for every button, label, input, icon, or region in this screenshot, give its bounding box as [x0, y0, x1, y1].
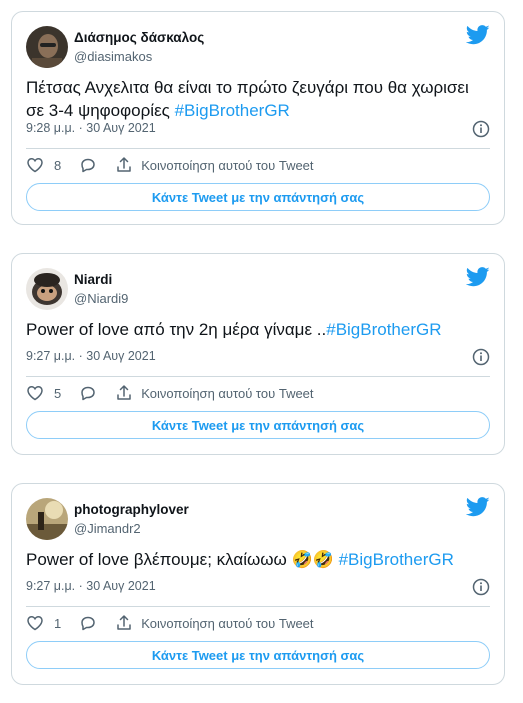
- heart-icon[interactable]: [26, 156, 44, 174]
- tweet-card[interactable]: Διάσημος δάσκαλος @diasimakos Πέτσας Ανχ…: [11, 11, 505, 225]
- tweet-reply-button[interactable]: Κάντε Tweet με την απάντησή σας: [26, 641, 490, 669]
- hashtag-link[interactable]: #BigBrotherGR: [339, 550, 454, 569]
- user-handle[interactable]: @diasimakos: [74, 49, 152, 64]
- action-bar: 5 Κοινοποίηση αυτού του Tweet: [26, 382, 490, 404]
- reply-button[interactable]: [79, 156, 97, 174]
- action-bar: 8 Κοινοποίηση αυτού του Tweet: [26, 154, 490, 176]
- tweet-text: Πέτσας Ανχελιτα θα είναι το πρώτο ζευγάρ…: [26, 76, 486, 122]
- share-button[interactable]: Κοινοποίηση αυτού του Tweet: [97, 156, 314, 174]
- tweet-reply-button[interactable]: Κάντε Tweet με την απάντησή σας: [26, 183, 490, 211]
- reply-button[interactable]: [79, 384, 97, 402]
- divider: [26, 606, 490, 607]
- divider: [26, 148, 490, 149]
- reply-bubble-icon[interactable]: [79, 384, 97, 402]
- hashtag-link[interactable]: #BigBrotherGR: [326, 320, 441, 339]
- share-upload-icon[interactable]: [115, 384, 133, 402]
- user-handle[interactable]: @Niardi9: [74, 291, 128, 306]
- avatar[interactable]: [26, 268, 68, 310]
- user-handle[interactable]: @Jimandr2: [74, 521, 141, 536]
- heart-icon[interactable]: [26, 384, 44, 402]
- like-count: 1: [54, 615, 62, 631]
- like-button[interactable]: 8: [26, 156, 79, 174]
- info-icon[interactable]: [472, 348, 490, 366]
- tweet-card[interactable]: Niardi @Niardi9 Power of love από την 2η…: [11, 253, 505, 455]
- reply-bubble-icon[interactable]: [79, 614, 97, 632]
- twitter-bird-icon[interactable]: [466, 497, 490, 517]
- info-icon[interactable]: [472, 120, 490, 138]
- share-upload-icon[interactable]: [115, 614, 133, 632]
- twitter-bird-icon[interactable]: [466, 25, 490, 45]
- timestamp[interactable]: 9:27 μ.μ. · 30 Αυγ 2021: [26, 579, 156, 593]
- display-name[interactable]: Διάσημος δάσκαλος: [74, 30, 204, 45]
- avatar[interactable]: [26, 26, 68, 68]
- timestamp[interactable]: 9:28 μ.μ. · 30 Αυγ 2021: [26, 121, 156, 135]
- share-upload-icon[interactable]: [115, 156, 133, 174]
- share-label[interactable]: Κοινοποίηση αυτού του Tweet: [141, 616, 313, 631]
- reply-bubble-icon[interactable]: [79, 156, 97, 174]
- display-name[interactable]: photographylover: [74, 502, 189, 517]
- divider: [26, 376, 490, 377]
- timestamp[interactable]: 9:27 μ.μ. · 30 Αυγ 2021: [26, 349, 156, 363]
- share-label[interactable]: Κοινοποίηση αυτού του Tweet: [141, 386, 313, 401]
- display-name[interactable]: Niardi: [74, 272, 112, 287]
- tweet-text: Power of love από την 2η μέρα γίναμε ..#…: [26, 318, 486, 341]
- share-button[interactable]: Κοινοποίηση αυτού του Tweet: [97, 614, 314, 632]
- share-button[interactable]: Κοινοποίηση αυτού του Tweet: [97, 384, 314, 402]
- reply-button[interactable]: [79, 614, 97, 632]
- tweet-body: Power of love από την 2η μέρα γίναμε ..: [26, 320, 327, 339]
- tweet-reply-button[interactable]: Κάντε Tweet με την απάντησή σας: [26, 411, 490, 439]
- share-label[interactable]: Κοινοποίηση αυτού του Tweet: [141, 158, 313, 173]
- like-count: 5: [54, 385, 62, 401]
- hashtag-link[interactable]: #BigBrotherGR: [175, 101, 290, 120]
- tweet-card[interactable]: photographylover @Jimandr2 Power of love…: [11, 483, 505, 685]
- like-button[interactable]: 1: [26, 614, 79, 632]
- like-count: 8: [54, 157, 62, 173]
- tweet-body: Power of love βλέπουμε; κλαίωωω 🤣🤣: [26, 550, 339, 569]
- twitter-bird-icon[interactable]: [466, 267, 490, 287]
- tweet-text: Power of love βλέπουμε; κλαίωωω 🤣🤣 #BigB…: [26, 548, 486, 571]
- like-button[interactable]: 5: [26, 384, 79, 402]
- info-icon[interactable]: [472, 578, 490, 596]
- heart-icon[interactable]: [26, 614, 44, 632]
- action-bar: 1 Κοινοποίηση αυτού του Tweet: [26, 612, 490, 634]
- avatar[interactable]: [26, 498, 68, 540]
